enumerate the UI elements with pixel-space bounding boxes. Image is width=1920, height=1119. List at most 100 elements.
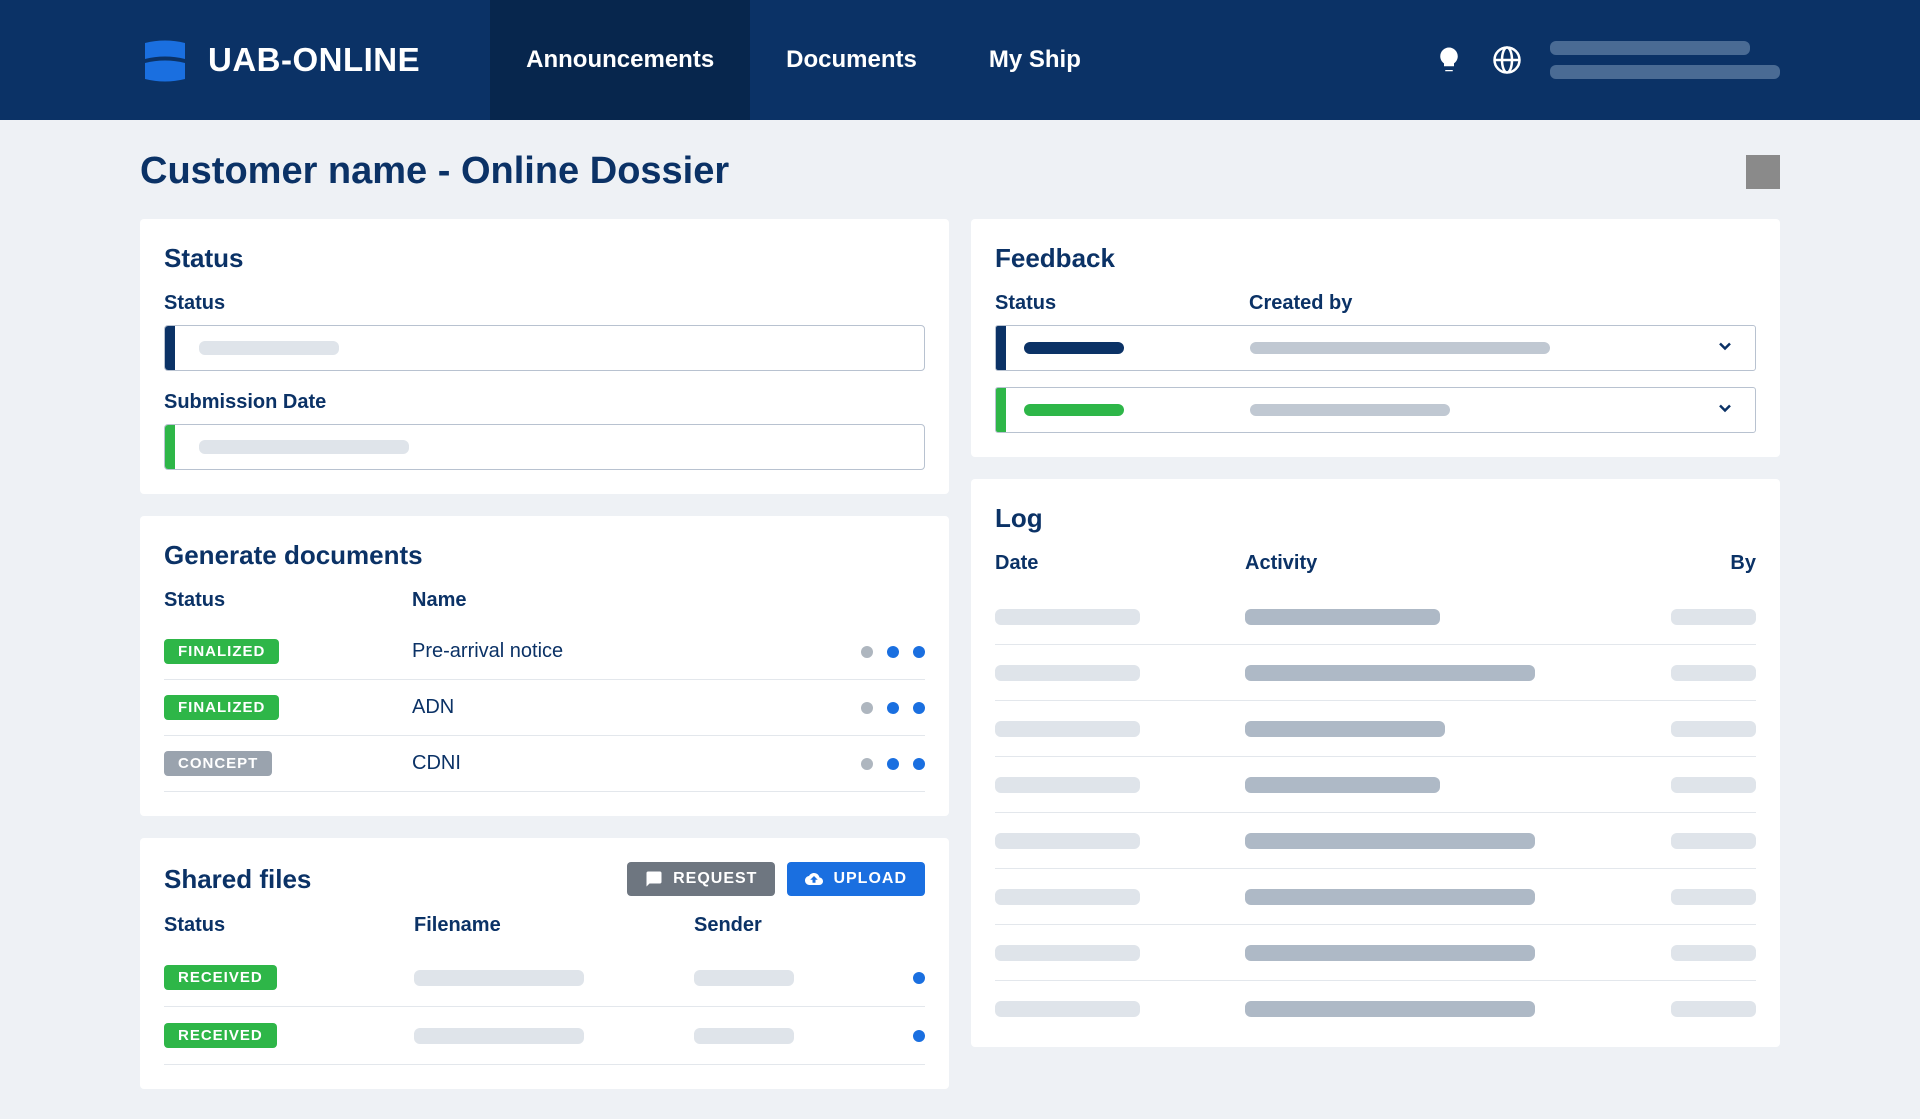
log-activity-placeholder <box>1245 777 1440 793</box>
log-by-placeholder <box>1671 721 1756 737</box>
status-card-title: Status <box>164 243 925 274</box>
gen-header-status: Status <box>164 589 412 612</box>
user-line-2-placeholder <box>1550 65 1780 79</box>
filename-placeholder <box>414 1028 584 1044</box>
log-title: Log <box>995 503 1756 534</box>
log-date-placeholder <box>995 1001 1140 1017</box>
request-button[interactable]: REQUEST <box>627 862 775 896</box>
log-by-placeholder <box>1671 665 1756 681</box>
shared-file-row: RECEIVED <box>164 1007 925 1065</box>
sender-placeholder <box>694 1028 794 1044</box>
chevron-down-icon[interactable] <box>1715 398 1735 423</box>
status-badge: FINALIZED <box>164 695 279 720</box>
log-by-placeholder <box>1671 889 1756 905</box>
shared-files-title: Shared files <box>164 864 311 895</box>
page-action-button[interactable] <box>1746 155 1780 189</box>
feedback-header-created-by: Created by <box>1249 292 1756 315</box>
document-name: Pre-arrival notice <box>412 640 861 663</box>
action-dot-icon[interactable] <box>887 702 899 714</box>
field-value-placeholder <box>199 341 339 355</box>
log-by-placeholder <box>1671 609 1756 625</box>
action-dot-icon[interactable] <box>913 702 925 714</box>
feedback-created-by-placeholder <box>1250 342 1550 354</box>
action-dot-icon[interactable] <box>913 972 925 984</box>
page-title: Customer name - Online Dossier <box>140 150 729 193</box>
generate-document-row: FINALIZEDADN <box>164 680 925 736</box>
header-right <box>1434 41 1780 79</box>
log-activity-placeholder <box>1245 609 1440 625</box>
field-stripe <box>165 326 175 370</box>
generate-documents-card: Generate documents Status Name FINALIZED… <box>140 516 949 816</box>
action-dot-icon[interactable] <box>887 646 899 658</box>
feedback-row[interactable] <box>995 325 1756 371</box>
status-field[interactable] <box>164 325 925 371</box>
log-row <box>995 757 1756 813</box>
shared-header-sender: Sender <box>694 914 925 937</box>
log-activity-placeholder <box>1245 665 1535 681</box>
log-row <box>995 869 1756 925</box>
log-activity-placeholder <box>1245 945 1535 961</box>
brand[interactable]: UAB-ONLINE <box>140 35 420 85</box>
brand-icon <box>140 35 190 85</box>
status-field-label: Submission Date <box>164 391 925 414</box>
log-by-placeholder <box>1671 777 1756 793</box>
action-dot-icon[interactable] <box>861 646 873 658</box>
main-nav: AnnouncementsDocumentsMy Ship <box>490 0 1117 120</box>
log-activity-placeholder <box>1245 889 1535 905</box>
generate-documents-title: Generate documents <box>164 540 925 571</box>
status-badge: RECEIVED <box>164 1023 277 1048</box>
log-row <box>995 645 1756 701</box>
page-body: Customer name - Online Dossier Status St… <box>0 120 1920 1119</box>
action-dot-icon[interactable] <box>887 758 899 770</box>
log-header-by: By <box>1626 552 1756 575</box>
status-badge: CONCEPT <box>164 751 272 776</box>
log-activity-placeholder <box>1245 721 1445 737</box>
upload-button[interactable]: UPLOAD <box>787 862 925 896</box>
log-date-placeholder <box>995 609 1140 625</box>
filename-placeholder <box>414 970 584 986</box>
globe-icon[interactable] <box>1492 45 1522 75</box>
log-activity-placeholder <box>1245 1001 1535 1017</box>
nav-item-my-ship[interactable]: My Ship <box>953 0 1117 120</box>
sender-placeholder <box>694 970 794 986</box>
field-value-placeholder <box>199 440 409 454</box>
log-by-placeholder <box>1671 1001 1756 1017</box>
nav-item-announcements[interactable]: Announcements <box>490 0 750 120</box>
action-dot-icon[interactable] <box>913 758 925 770</box>
log-header-activity: Activity <box>1245 552 1626 575</box>
log-row <box>995 589 1756 645</box>
action-dot-icon[interactable] <box>861 702 873 714</box>
log-date-placeholder <box>995 665 1140 681</box>
log-header-date: Date <box>995 552 1245 575</box>
action-dot-icon[interactable] <box>913 646 925 658</box>
log-card: Log Date Activity By <box>971 479 1780 1047</box>
status-field[interactable] <box>164 424 925 470</box>
action-dot-icon[interactable] <box>913 1030 925 1042</box>
feedback-status-placeholder <box>1024 342 1124 354</box>
log-date-placeholder <box>995 889 1140 905</box>
generate-document-row: FINALIZED Pre-arrival notice <box>164 624 925 680</box>
log-by-placeholder <box>1671 945 1756 961</box>
row-actions <box>861 702 925 714</box>
action-dot-icon[interactable] <box>861 758 873 770</box>
chevron-down-icon[interactable] <box>1715 336 1735 361</box>
nav-item-documents[interactable]: Documents <box>750 0 953 120</box>
feedback-created-by-placeholder <box>1250 404 1450 416</box>
generate-document-row: CONCEPTCDNI <box>164 736 925 792</box>
field-stripe <box>165 425 175 469</box>
log-date-placeholder <box>995 777 1140 793</box>
app-header: UAB-ONLINE AnnouncementsDocumentsMy Ship <box>0 0 1920 120</box>
user-chip[interactable] <box>1550 41 1780 79</box>
log-by-placeholder <box>1671 833 1756 849</box>
log-date-placeholder <box>995 833 1140 849</box>
log-row <box>995 925 1756 981</box>
feedback-status-placeholder <box>1024 404 1124 416</box>
row-actions <box>861 758 925 770</box>
log-activity-placeholder <box>1245 833 1535 849</box>
feedback-row[interactable] <box>995 387 1756 433</box>
row-actions <box>861 646 925 658</box>
log-date-placeholder <box>995 945 1140 961</box>
page-header: Customer name - Online Dossier <box>140 150 1780 193</box>
lightbulb-icon[interactable] <box>1434 45 1464 75</box>
status-badge: FINALIZED <box>164 639 279 664</box>
